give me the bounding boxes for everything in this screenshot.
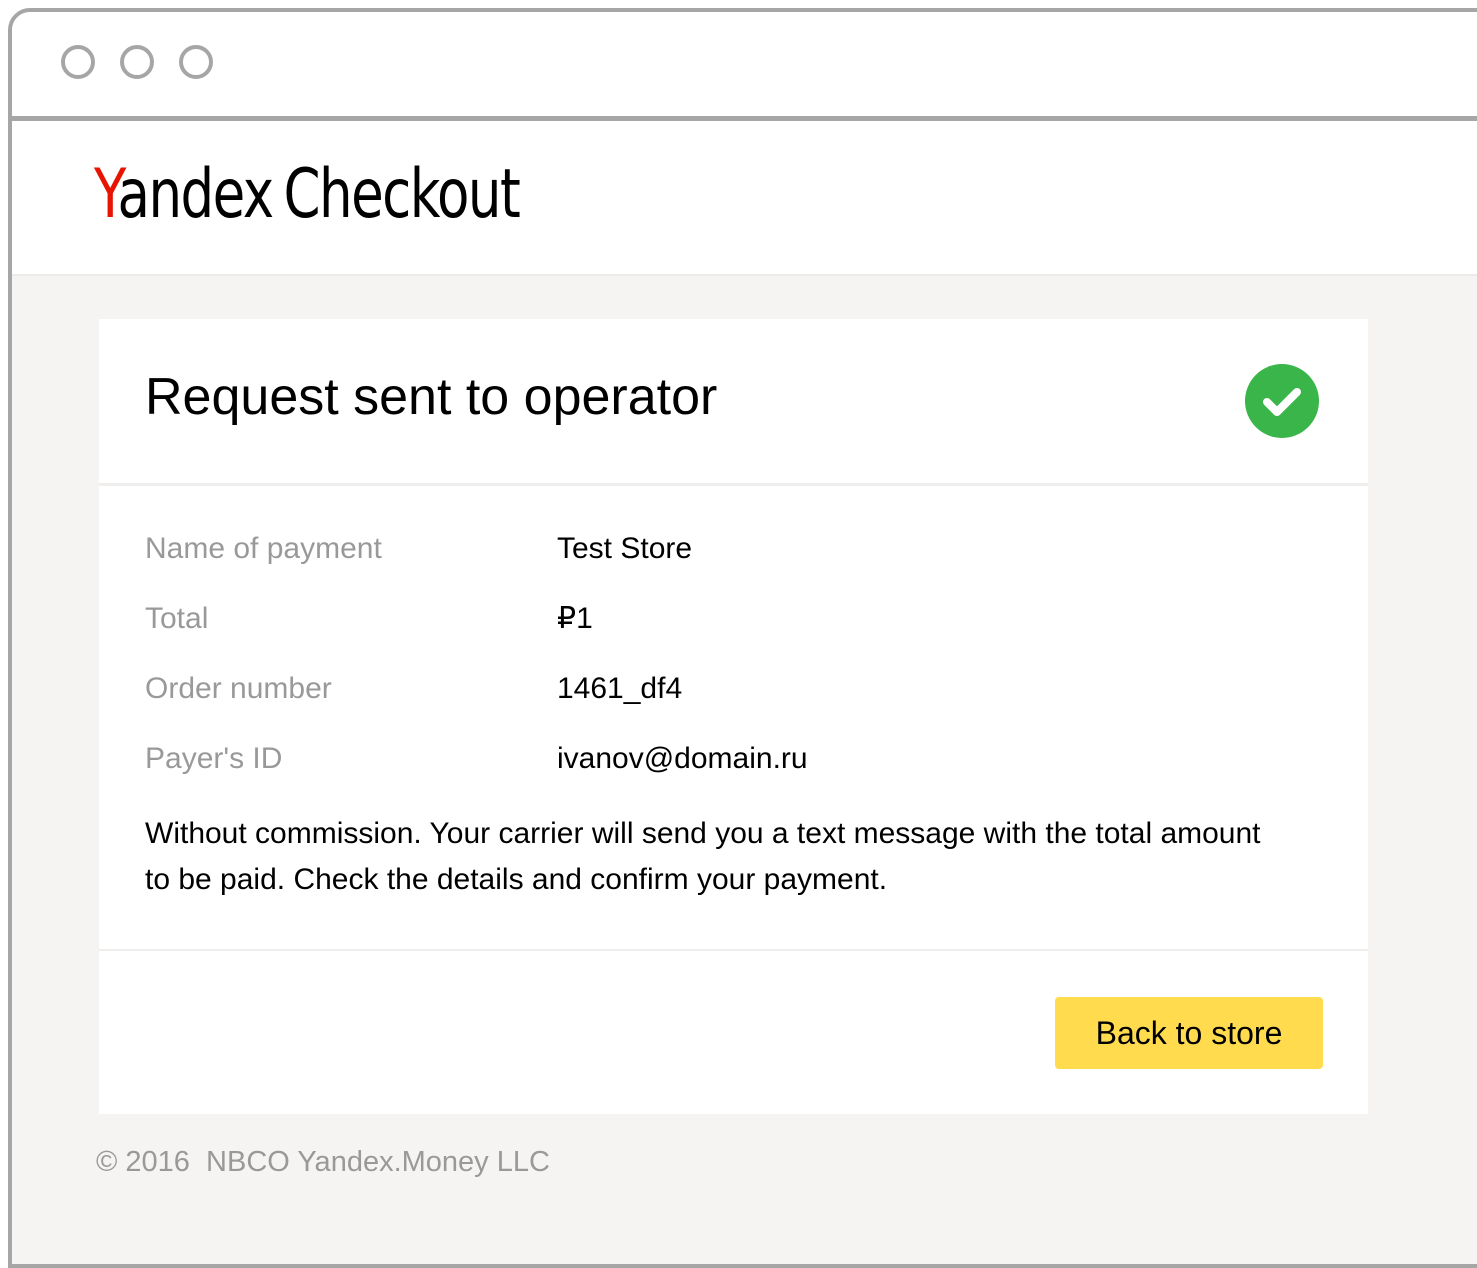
card-title-row: Request sent to operator [99,319,1368,486]
yandex-checkout-logo: Yandex Checkout [94,155,521,235]
browser-window: Yandex Checkout Request sent to operator … [8,8,1477,1268]
detail-row-payment-name: Name of payment Test Store [145,514,1325,584]
payment-details: Name of payment Test Store Total ₽1 Orde… [145,514,1325,794]
payment-status-card: Request sent to operator Name of payment… [99,319,1368,1114]
detail-row-order-number: Order number 1461_df4 [145,654,1325,724]
detail-value: ₽1 [557,602,593,635]
window-titlebar [12,12,1477,121]
detail-label: Total [145,602,209,635]
detail-label: Name of payment [145,532,382,565]
detail-row-total: Total ₽1 [145,584,1325,654]
detail-label: Payer's ID [145,742,283,775]
logo-product: Checkout [283,155,521,234]
detail-label: Order number [145,672,332,705]
logo-brand-rest: andex [117,155,275,234]
detail-value: Test Store [557,532,693,565]
window-dot-icon[interactable] [61,45,95,79]
check-circle-icon [1245,364,1319,438]
commission-note: Without commission. Your carrier will se… [145,817,1261,896]
detail-value: ivanov@domain.ru [557,742,808,775]
page-title: Request sent to operator [145,368,718,426]
card-footer: Back to store [99,949,1368,1116]
window-dot-icon[interactable] [179,45,213,79]
copyright-text: © 2016 NBCO Yandex.Money LLC [96,1146,550,1178]
logo-brand-first-letter: Y [94,155,119,234]
detail-row-payer-id: Payer's ID ivanov@domain.ru [145,724,1325,794]
detail-value: 1461_df4 [557,672,683,705]
back-to-store-button[interactable]: Back to store [1055,997,1323,1069]
page-header: Yandex Checkout [12,121,1477,276]
window-dot-icon[interactable] [120,45,154,79]
